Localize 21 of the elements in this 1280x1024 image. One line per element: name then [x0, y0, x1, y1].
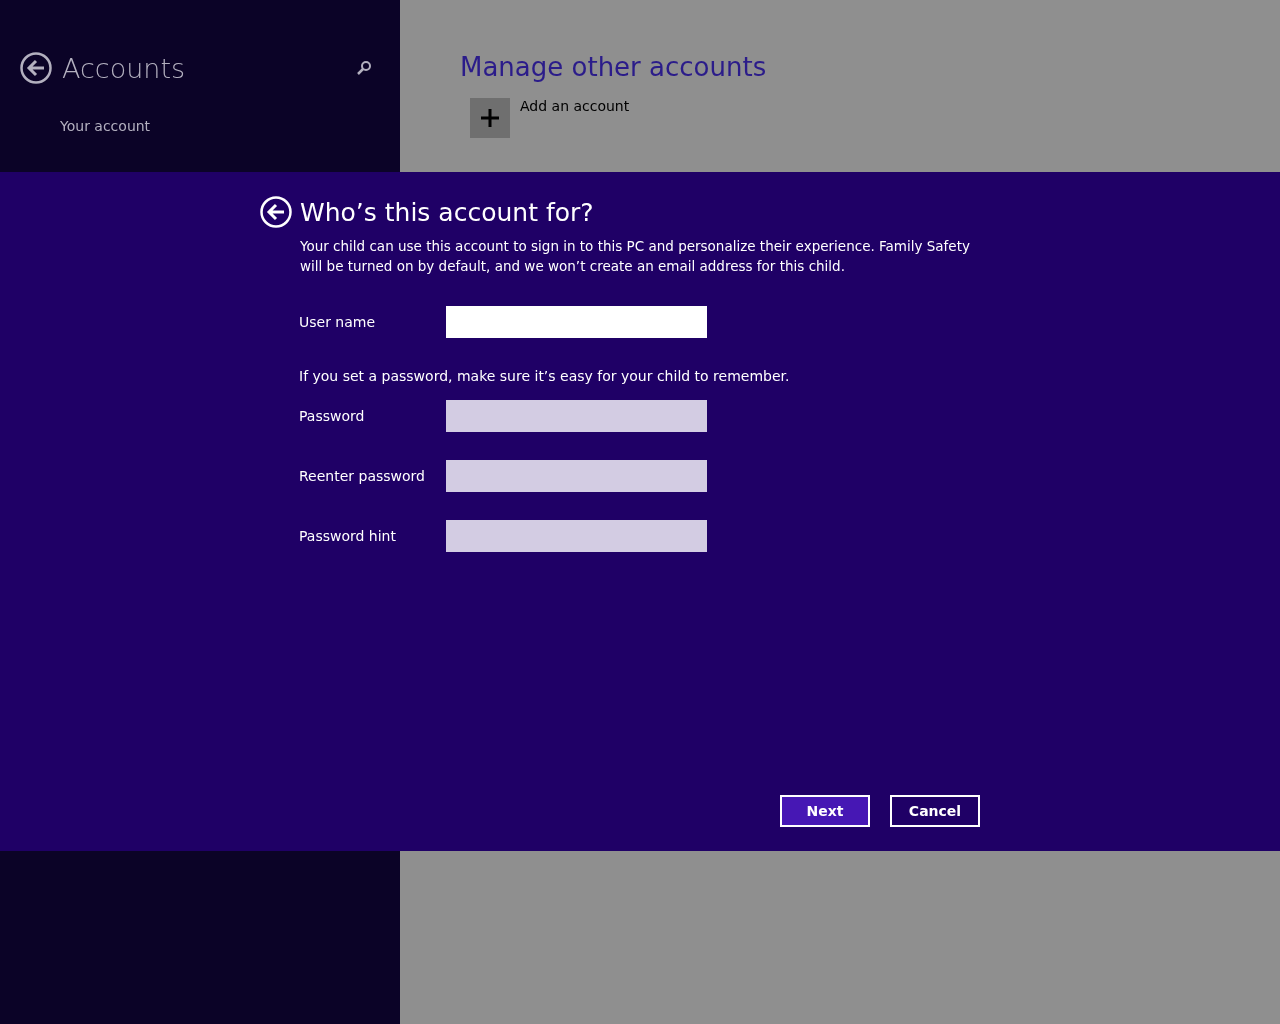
dialog-description: Your child can use this account to sign in to this PC and personalize their experience. Family Safety will be turned on by default, and we won’t create an email address for this child.	[300, 237, 971, 276]
next-button[interactable]: Next	[780, 795, 870, 827]
sidebar-item[interactable]: Your account	[60, 118, 380, 134]
cancel-button[interactable]: Cancel	[890, 795, 980, 827]
input-field[interactable]	[446, 520, 707, 552]
section-heading: Manage other accounts	[460, 52, 768, 82]
field-label: User name	[299, 314, 377, 330]
plus-icon	[480, 108, 500, 128]
input-field[interactable]	[446, 306, 707, 338]
search-icon[interactable]	[356, 60, 372, 76]
add-account-label[interactable]: Add an account	[520, 98, 630, 114]
input-field[interactable]	[446, 460, 707, 492]
page-title: Accounts	[62, 52, 187, 84]
dialog-title: Who’s this account for?	[300, 197, 594, 227]
add-button[interactable]	[470, 98, 510, 138]
field-label: Password	[299, 408, 366, 424]
input-field[interactable]	[446, 400, 707, 432]
field-label: Reenter password	[299, 468, 426, 484]
password-note: If you set a password, make sure it’s easy for your child to remember.	[299, 368, 791, 384]
back-icon[interactable]	[20, 52, 52, 84]
field-label: Password hint	[299, 528, 397, 544]
